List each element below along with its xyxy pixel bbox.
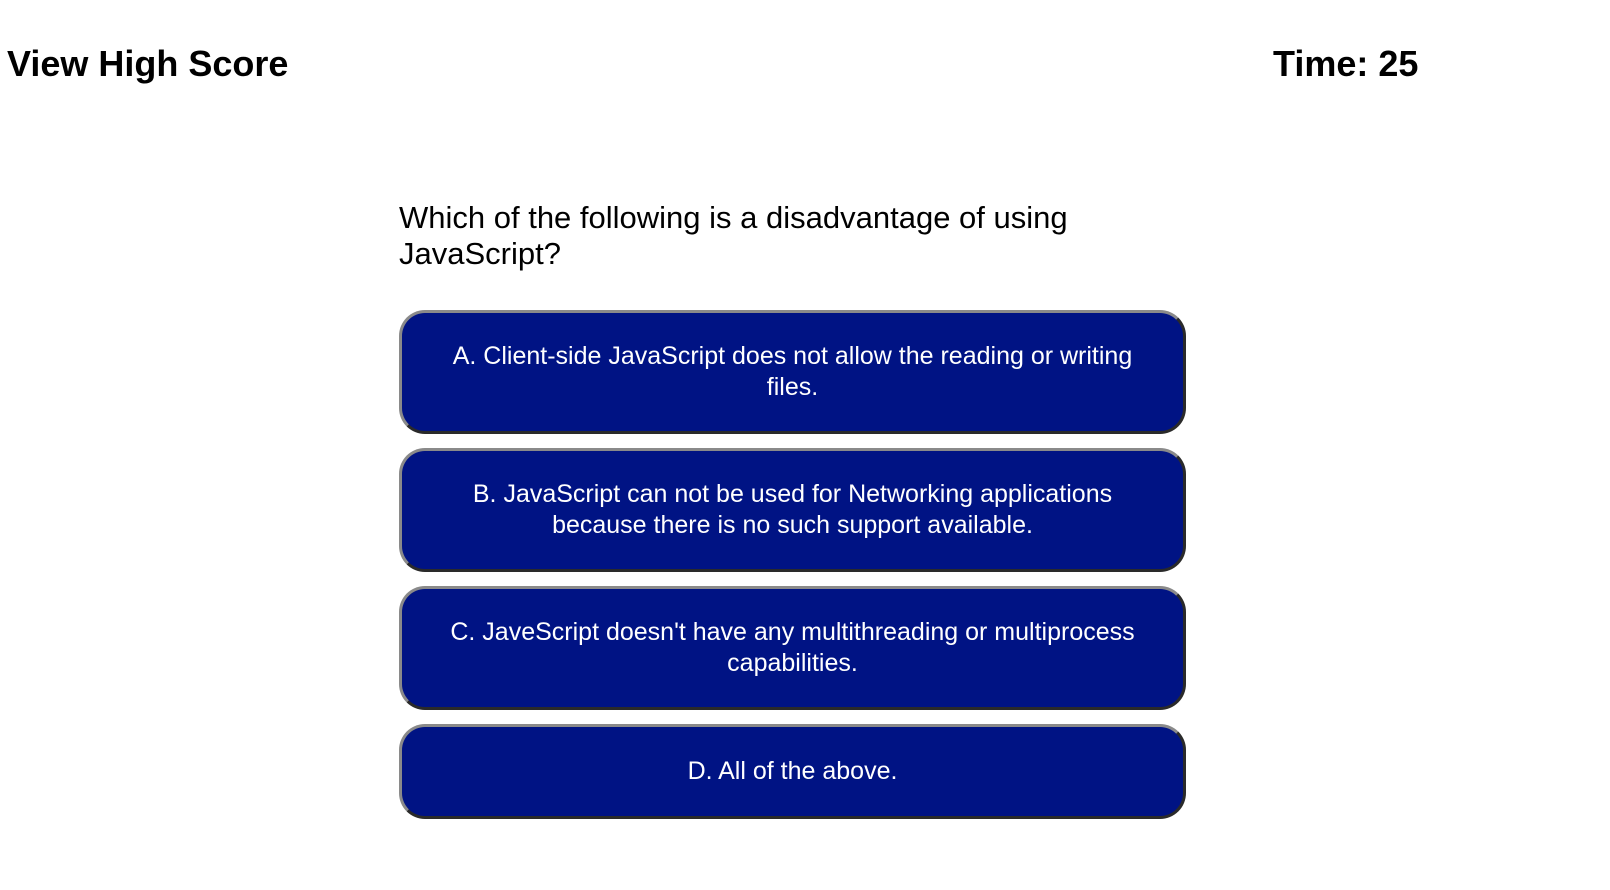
answer-button-c[interactable]: C. JaveScript doesn't have any multithre…	[399, 586, 1186, 710]
answer-button-d[interactable]: D. All of the above.	[399, 724, 1186, 819]
answer-list: A. Client-side JavaScript does not allow…	[399, 310, 1186, 819]
question-text: Which of the following is a disadvantage…	[399, 200, 1068, 271]
view-high-score-link[interactable]: View High Score	[7, 42, 288, 86]
timer-label: Time:	[1273, 43, 1369, 84]
timer-value: 25	[1378, 43, 1419, 84]
quiz-container: Which of the following is a disadvantage…	[399, 200, 1186, 819]
answer-button-a[interactable]: A. Client-side JavaScript does not allow…	[399, 310, 1186, 434]
timer: Time: 25	[1273, 42, 1418, 86]
answer-button-b[interactable]: B. JavaScript can not be used for Networ…	[399, 448, 1186, 572]
header: View High Score Time: 25	[0, 0, 1610, 130]
